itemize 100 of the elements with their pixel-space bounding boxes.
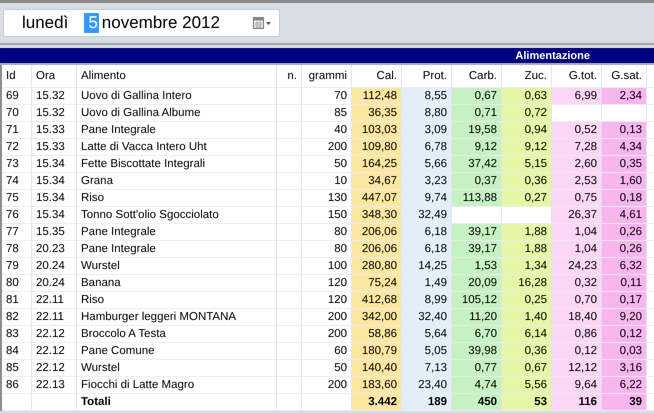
table-cell: 447,07 xyxy=(352,190,402,207)
table-cell: 79 xyxy=(2,258,32,275)
table-cell: Latte di Vacca Intero Uht xyxy=(77,139,277,156)
table-cell: 86 xyxy=(2,377,32,394)
table-cell: Hamburger leggeri MONTANA xyxy=(77,309,277,326)
table-cell: 1,88 xyxy=(502,224,552,241)
table-cell: 0,26 xyxy=(602,224,647,241)
table-cell: 14,25 xyxy=(402,258,452,275)
table-cell: 22.12 xyxy=(32,326,77,343)
empty-cell xyxy=(277,122,302,139)
table-cell: 72 xyxy=(2,139,32,156)
table-cell: Tonno Sott'olio Sgocciolato xyxy=(77,207,277,224)
table-cell: 8,99 xyxy=(402,292,452,309)
table-cell: 6,14 xyxy=(502,326,552,343)
table-cell: Pane Integrale xyxy=(77,241,277,258)
column-header[interactable]: n. xyxy=(277,65,302,88)
column-header[interactable]: Id xyxy=(2,65,32,88)
table-cell: 39 xyxy=(602,394,647,411)
table-cell: 16,28 xyxy=(502,275,552,292)
table-cell: 8,80 xyxy=(402,105,452,122)
column-header[interactable]: Ora xyxy=(32,65,77,88)
table-cell: 1,88 xyxy=(502,241,552,258)
table-cell: 113,88 xyxy=(452,190,502,207)
table-cell: 0,67 xyxy=(502,360,552,377)
table-cell: 9,64 xyxy=(552,377,602,394)
table-cell: Uovo di Gallina Albume xyxy=(77,105,277,122)
table-cell: 1,34 xyxy=(502,258,552,275)
table-cell: 0,72 xyxy=(502,105,552,122)
table-cell: Fiocchi di Latte Magro xyxy=(77,377,277,394)
empty-cell xyxy=(277,275,302,292)
table-cell: 0,63 xyxy=(502,88,552,105)
table-cell: 1,40 xyxy=(502,309,552,326)
section-title: Alimentazione xyxy=(515,50,590,62)
table-cell: 15.32 xyxy=(32,88,77,105)
table-cell: 6,18 xyxy=(402,224,452,241)
empty-cell xyxy=(277,258,302,275)
table-cell: 15.34 xyxy=(32,207,77,224)
table-cell: 32,40 xyxy=(402,309,452,326)
table-cell: 206,06 xyxy=(352,224,402,241)
table-cell: Broccolo A Testa xyxy=(77,326,277,343)
table-cell: 70 xyxy=(2,105,32,122)
column-header[interactable]: grammi xyxy=(302,65,352,88)
empty-cell xyxy=(277,292,302,309)
table-cell: 22.11 xyxy=(32,309,77,326)
table-cell: 2,34 xyxy=(602,88,647,105)
table-cell: Pane Comune xyxy=(77,343,277,360)
date-picker[interactable]: lunedì 5 novembre 2012 xyxy=(3,9,280,37)
table-cell: 0,03 xyxy=(602,343,647,360)
table-cell: Fette Biscottate Integrali xyxy=(77,156,277,173)
table-cell: 0,35 xyxy=(602,156,647,173)
table-cell: 109,80 xyxy=(352,139,402,156)
table-cell: 206,06 xyxy=(352,241,402,258)
table-cell: 75,24 xyxy=(352,275,402,292)
table-cell: 0,94 xyxy=(502,122,552,139)
table-cell: Pane Integrale xyxy=(77,224,277,241)
table-cell: Banana xyxy=(77,275,277,292)
weekday-text: lunedì xyxy=(22,13,68,33)
table-cell: 3.442 xyxy=(352,394,402,411)
table-cell: 6,70 xyxy=(452,326,502,343)
table-cell: 0,27 xyxy=(502,190,552,207)
table-cell: Pane Integrale xyxy=(77,122,277,139)
table-cell: Wurstel xyxy=(77,258,277,275)
table-cell: 1,04 xyxy=(552,241,602,258)
empty-cell xyxy=(277,377,302,394)
table-cell: 1,60 xyxy=(602,173,647,190)
month-year-text: novembre 2012 xyxy=(102,13,220,33)
table-cell: 75 xyxy=(2,190,32,207)
table-cell: 6,78 xyxy=(402,139,452,156)
calendar-dropdown-icon[interactable] xyxy=(253,17,273,29)
table-cell: Riso xyxy=(77,190,277,207)
table-cell: Riso xyxy=(77,292,277,309)
table-cell: 5,15 xyxy=(502,156,552,173)
table-cell: 6,32 xyxy=(602,258,647,275)
table-cell: 15.32 xyxy=(32,105,77,122)
empty-cell xyxy=(277,173,302,190)
table-cell: 0,25 xyxy=(502,292,552,309)
table-cell: 1,04 xyxy=(552,224,602,241)
table-cell: 15.33 xyxy=(32,139,77,156)
column-header[interactable]: Alimento xyxy=(77,65,277,88)
table-cell: 26,37 xyxy=(552,207,602,224)
table-cell: 105,12 xyxy=(452,292,502,309)
empty-cell xyxy=(277,360,302,377)
table-cell: 116 xyxy=(552,394,602,411)
table-cell: 5,66 xyxy=(402,156,452,173)
table-cell: 22.12 xyxy=(32,360,77,377)
table-cell: 15.34 xyxy=(32,173,77,190)
table-cell: 58,86 xyxy=(352,326,402,343)
table-cell: Grana xyxy=(77,173,277,190)
table-cell: 15.33 xyxy=(32,122,77,139)
table-cell: 15.34 xyxy=(32,190,77,207)
table-cell: 4,34 xyxy=(602,139,647,156)
table-cell: 6,22 xyxy=(602,377,647,394)
table-cell: Wurstel xyxy=(77,360,277,377)
table-cell: 22.12 xyxy=(32,343,77,360)
table-cell: 6,99 xyxy=(552,88,602,105)
table-cell: 85 xyxy=(2,360,32,377)
empty-cell xyxy=(277,88,302,105)
table-cell: 37,42 xyxy=(452,156,502,173)
table-cell: 9,12 xyxy=(452,139,502,156)
table-cell: 20,09 xyxy=(452,275,502,292)
